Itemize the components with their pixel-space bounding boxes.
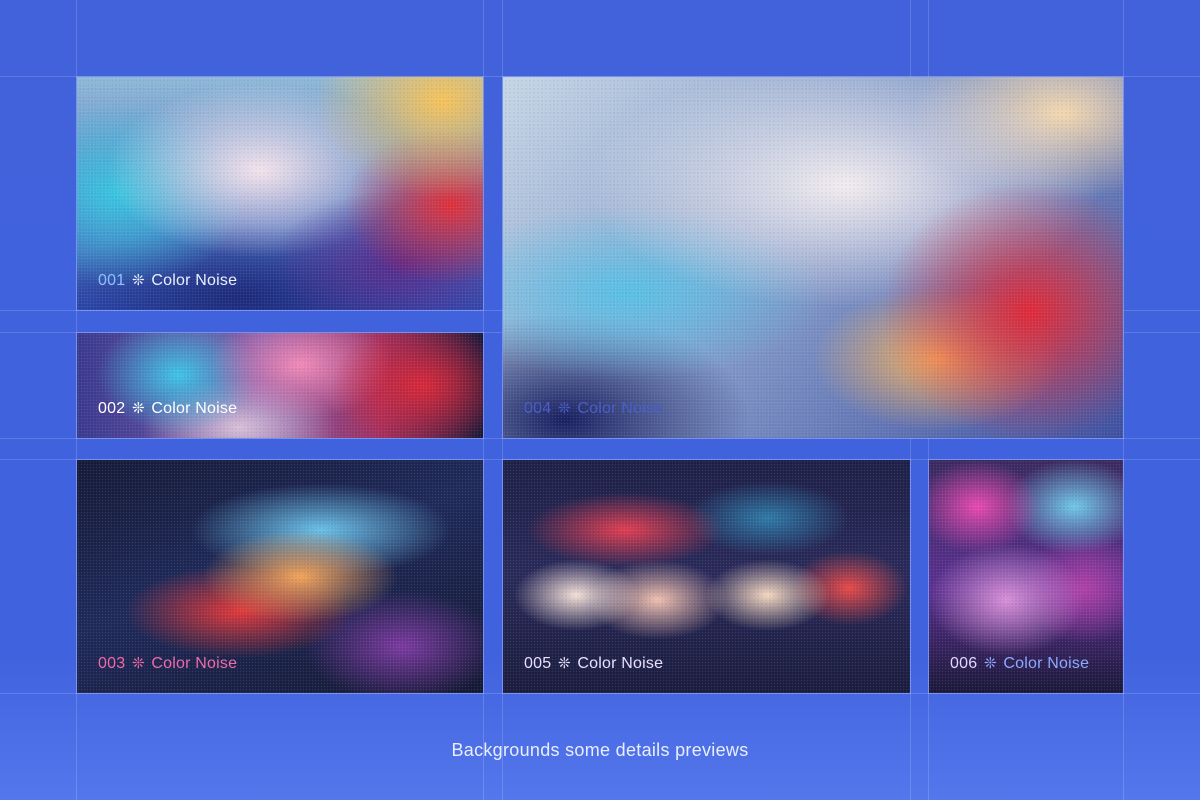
guide-line bbox=[483, 0, 484, 800]
tile-number: 001 bbox=[98, 272, 126, 289]
preview-tile-003[interactable]: 003 ❊ Color Noise bbox=[77, 460, 483, 693]
noise-texture bbox=[503, 77, 1123, 438]
tile-label: 005 ❊ Color Noise bbox=[524, 654, 663, 673]
caption: Backgrounds some details previews bbox=[451, 740, 749, 760]
tile-label: 001 ❊ Color Noise bbox=[98, 271, 237, 290]
guide-line bbox=[0, 438, 1200, 439]
preview-tile-004[interactable]: 004 ❊ Color Noise bbox=[503, 77, 1123, 438]
tile-number: 006 bbox=[950, 655, 978, 672]
preview-tile-001[interactable]: 001 ❊ Color Noise bbox=[77, 77, 483, 310]
tile-number: 002 bbox=[98, 400, 126, 417]
preview-tile-006[interactable]: 006 ❊ Color Noise bbox=[929, 460, 1123, 693]
tile-label: 003 ❊ Color Noise bbox=[98, 654, 237, 673]
tile-number: 005 bbox=[524, 655, 552, 672]
tile-name: Color Noise bbox=[151, 400, 238, 417]
tile-name: Color Noise bbox=[151, 272, 238, 289]
tile-label: 002 ❊ Color Noise bbox=[98, 399, 237, 418]
tile-name: Color Noise bbox=[151, 655, 238, 672]
asterisk-icon: ❊ bbox=[983, 655, 997, 672]
tile-name: Color Noise bbox=[1003, 655, 1090, 672]
tile-name: Color Noise bbox=[577, 400, 664, 417]
tile-label: 004 ❊ Color Noise bbox=[524, 399, 663, 418]
preview-tile-005[interactable]: 005 ❊ Color Noise bbox=[503, 460, 910, 693]
asterisk-icon: ❊ bbox=[131, 655, 145, 672]
guide-line bbox=[1123, 0, 1124, 800]
asterisk-icon: ❊ bbox=[131, 272, 145, 289]
noise-texture bbox=[77, 333, 483, 438]
asterisk-icon: ❊ bbox=[557, 400, 571, 417]
guide-line bbox=[0, 693, 1200, 694]
tile-number: 003 bbox=[98, 655, 126, 672]
preview-tile-002[interactable]: 002 ❊ Color Noise bbox=[77, 333, 483, 438]
tile-label: 006 ❊ Color Noise bbox=[950, 654, 1089, 673]
asterisk-icon: ❊ bbox=[557, 655, 571, 672]
tile-name: Color Noise bbox=[577, 655, 664, 672]
tile-number: 004 bbox=[524, 400, 552, 417]
asterisk-icon: ❊ bbox=[131, 400, 145, 417]
